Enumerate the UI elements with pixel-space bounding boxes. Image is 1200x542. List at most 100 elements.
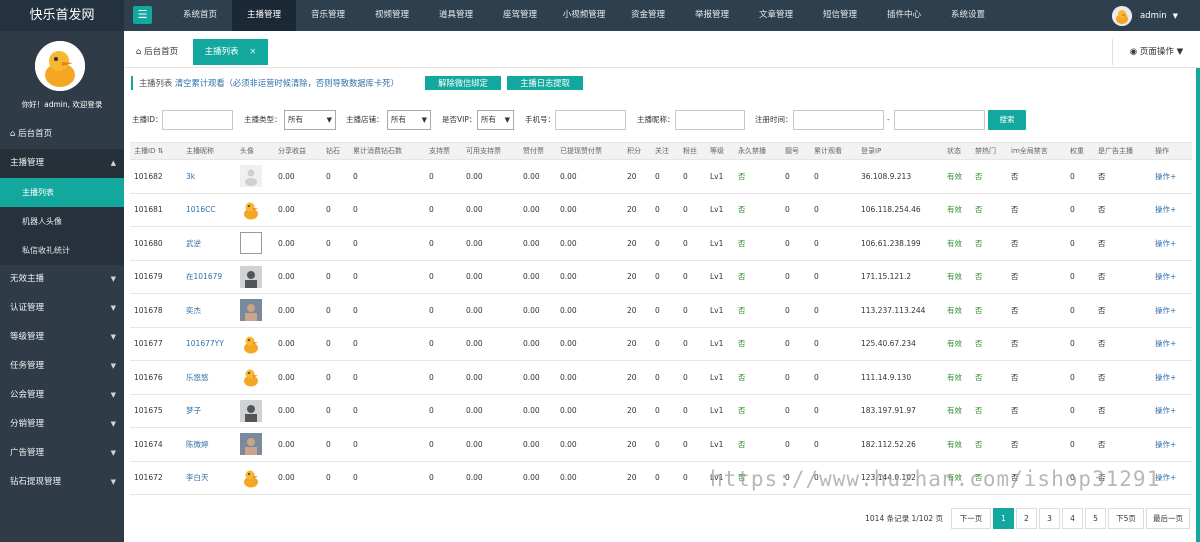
- cell-vote: 0: [425, 293, 462, 328]
- nickname-input[interactable]: [675, 110, 745, 130]
- sidebar-group[interactable]: 主播管理 ▲: [0, 149, 124, 178]
- admin-avatar: [35, 41, 85, 91]
- cell-nick[interactable]: 在101679: [182, 260, 236, 294]
- cell-ip: 171.15.121.2: [857, 260, 943, 294]
- cell-views: 0: [810, 260, 857, 294]
- page-headline: 主播列表 清空累计观看（必须非运营时候清除，否则导致数据库卡死）: [131, 76, 399, 90]
- page-ops-button[interactable]: ◉ 页面操作 ▼: [1112, 39, 1200, 65]
- sidebar-group[interactable]: 无效主播 ▼: [0, 265, 124, 294]
- sidebar-subitem[interactable]: 机器人头像: [0, 207, 124, 236]
- tab-bar: ⌂ 后台首页 主播列表 × ◉ 页面操作 ▼: [124, 31, 1200, 68]
- sidebar-group[interactable]: 公会管理 ▼: [0, 381, 124, 410]
- column-header[interactable]: 主播ID ⇅: [130, 142, 182, 160]
- right-accent-bar: [1196, 68, 1200, 542]
- topnav-item[interactable]: 系统首页: [168, 0, 232, 31]
- sidebar-group[interactable]: 分销管理 ▼: [0, 410, 124, 439]
- cell-status: 有效: [943, 327, 971, 361]
- page-number[interactable]: 1: [993, 507, 1014, 529]
- topnav-item[interactable]: 视频管理: [360, 0, 424, 31]
- page-number[interactable]: 2: [1016, 507, 1037, 529]
- topnav-item[interactable]: 举报管理: [680, 0, 744, 31]
- page-number[interactable]: 5: [1085, 507, 1106, 529]
- phone-input[interactable]: [555, 110, 626, 130]
- log-extract-button[interactable]: 主播日志提取: [507, 76, 583, 90]
- column-header: 权重: [1066, 142, 1094, 160]
- topnav-item[interactable]: 主播管理: [232, 0, 296, 31]
- menu-toggle-icon[interactable]: ☰: [133, 6, 152, 24]
- cell-nick[interactable]: 武逆: [182, 226, 236, 261]
- cell-score: 20: [623, 360, 651, 395]
- topnav-item[interactable]: 插件中心: [872, 0, 936, 31]
- sidebar-subitem[interactable]: 私信收礼统计: [0, 236, 124, 265]
- sidebar-profile: 你好！admin, 欢迎登录: [0, 31, 124, 120]
- sort-icon[interactable]: ⇅: [155, 147, 164, 155]
- cell-withdrawn: 0.00: [556, 293, 623, 328]
- duck-avatar-icon: [240, 366, 262, 389]
- cell-op[interactable]: 操作+: [1151, 293, 1192, 328]
- sidebar-group[interactable]: 等级管理 ▼: [0, 323, 124, 352]
- topnav-item[interactable]: 音乐管理: [296, 0, 360, 31]
- cell-op[interactable]: 操作+: [1151, 226, 1192, 261]
- column-header: im全局禁言: [1007, 142, 1066, 160]
- last-page-button[interactable]: 最后一页: [1146, 507, 1190, 529]
- topnav-item[interactable]: 座驾管理: [488, 0, 552, 31]
- search-button[interactable]: 搜索: [988, 110, 1026, 130]
- topnav-item[interactable]: 系统设置: [936, 0, 1000, 31]
- sidebar-subitem[interactable]: 主播列表: [0, 178, 124, 207]
- cell-pay: 0.00: [519, 226, 556, 261]
- cell-nick[interactable]: 梦子: [182, 394, 236, 428]
- sidebar-group-label: 无效主播: [10, 274, 45, 284]
- sidebar-group[interactable]: 钻石提现管理 ▼: [0, 468, 124, 497]
- cell-op[interactable]: 操作+: [1151, 260, 1192, 294]
- page-number[interactable]: 4: [1062, 507, 1083, 529]
- cell-nick[interactable]: 1016CC: [182, 193, 236, 227]
- cell-ad: 否: [1094, 394, 1151, 428]
- sidebar-item-home[interactable]: ⌂ 后台首页: [0, 120, 124, 149]
- sidebar-group[interactable]: 广告管理 ▼: [0, 439, 124, 468]
- topnav-item[interactable]: 短信管理: [808, 0, 872, 31]
- cell-fans: 0: [679, 226, 706, 261]
- vip-select[interactable]: 所有 ▼: [477, 110, 514, 130]
- unbind-wechat-button[interactable]: 解除微信绑定: [425, 76, 501, 90]
- cell-op[interactable]: 操作+: [1151, 327, 1192, 361]
- cell-nick[interactable]: 3k: [182, 159, 236, 194]
- top-nav: 系统首页 主播管理 音乐管理 视频管理 道具管理 座驾管理 小视频管理 资金管理 举报管理 文章管…: [168, 0, 1000, 31]
- topnav-item[interactable]: 文章管理: [744, 0, 808, 31]
- cell-weight: 0: [1066, 293, 1094, 328]
- sidebar-group[interactable]: 任务管理 ▼: [0, 352, 124, 381]
- column-header: 关注: [651, 142, 679, 160]
- cell-nick[interactable]: 101677YY: [182, 327, 236, 361]
- cell-nick[interactable]: 奕杰: [182, 293, 236, 328]
- close-icon[interactable]: ×: [249, 47, 256, 57]
- page-number[interactable]: 3: [1039, 507, 1060, 529]
- cell-op[interactable]: 操作+: [1151, 193, 1192, 227]
- reg-start-input[interactable]: [793, 110, 884, 130]
- cell-nick[interactable]: 陈微婷: [182, 427, 236, 462]
- cell-op[interactable]: 操作+: [1151, 360, 1192, 395]
- sidebar: 你好！admin, 欢迎登录 ⌂ 后台首页 主播管理 ▲ 主播列表 机器人头像 私信收礼…: [0, 31, 124, 542]
- type-select[interactable]: 所有 ▼: [284, 110, 336, 130]
- cell-level: Lv1: [706, 159, 734, 194]
- cell-op[interactable]: 操作+: [1151, 427, 1192, 462]
- topnav-item[interactable]: 小视频管理: [552, 0, 616, 31]
- next5-button[interactable]: 下5页: [1108, 507, 1144, 529]
- reg-end-input[interactable]: [894, 110, 985, 130]
- clear-views-link[interactable]: 清空累计观看（必须非运营时候清除，否则导致数据库卡死）: [175, 78, 399, 88]
- tab-anchor-list[interactable]: 主播列表 ×: [193, 39, 268, 65]
- user-menu[interactable]: admin ▼: [1111, 4, 1178, 27]
- sidebar-group[interactable]: 认证管理 ▼: [0, 294, 124, 323]
- cell-op[interactable]: 操作+: [1151, 394, 1192, 428]
- topnav-item[interactable]: 资金管理: [616, 0, 680, 31]
- cell-score: 20: [623, 427, 651, 462]
- shop-select[interactable]: 所有 ▼: [387, 110, 431, 130]
- cell-im-ban: 否: [1007, 226, 1066, 261]
- cell-nick[interactable]: 乐悠悠: [182, 360, 236, 395]
- watermark: https://www.huzhan.com/ishop31291: [710, 467, 1161, 491]
- cell-withdrawn: 0.00: [556, 394, 623, 428]
- prev-page-button[interactable]: 下一页: [951, 507, 991, 529]
- topnav-item[interactable]: 道具管理: [424, 0, 488, 31]
- cell-nick[interactable]: 李白天: [182, 461, 236, 495]
- anchor-id-input[interactable]: [162, 110, 233, 130]
- cell-op[interactable]: 操作+: [1151, 159, 1192, 194]
- tab-home[interactable]: ⌂ 后台首页: [132, 39, 198, 65]
